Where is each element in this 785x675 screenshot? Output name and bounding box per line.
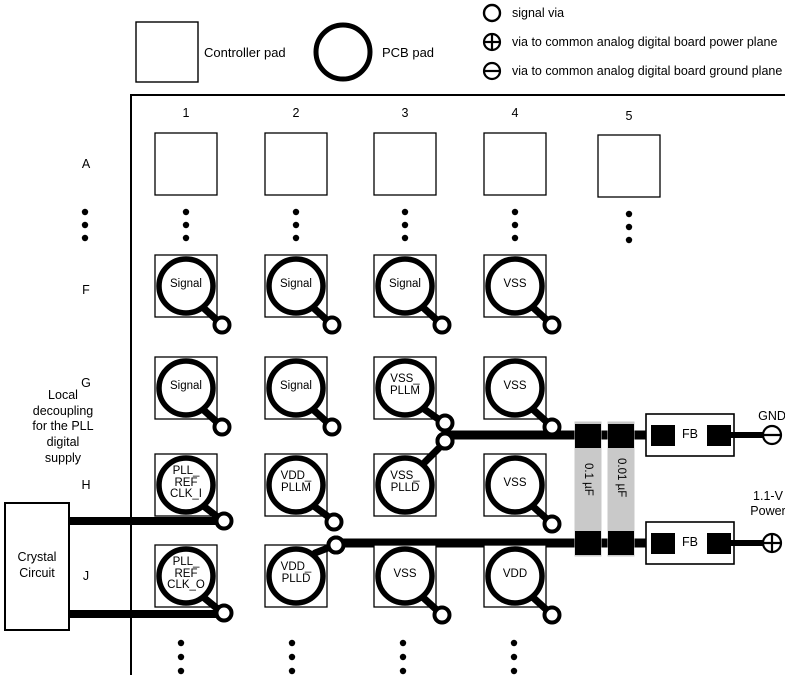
column-header-3: 3 (401, 106, 409, 120)
row-a-pads (154, 132, 661, 198)
pll-layout-diagram: signal via via to common analog digital … (0, 0, 785, 675)
power-plane-via-icon (761, 532, 783, 554)
pad-label-g3: VSS_ PLLM (389, 373, 421, 397)
capacitor-0p01uf-label: 0.01 µF (615, 458, 627, 498)
column-header-4: 4 (511, 106, 519, 120)
row-g-cells (154, 356, 562, 437)
key-pcb-pad (313, 22, 373, 82)
pcb-pad-caption: PCB pad (382, 45, 435, 60)
controller-pad-caption: Controller pad (204, 45, 286, 60)
row-header-j: J (82, 569, 90, 583)
gnd-plane-via-icon (761, 424, 783, 446)
column-header-2: 2 (292, 106, 300, 120)
pad-label-f1: Signal (170, 278, 202, 290)
pad-label-h3: VSS_ PLLD (390, 470, 420, 494)
local-decoupling-note: Local decoupling for the PLL digital sup… (32, 388, 94, 465)
legend-item-ground-via-label: via to common analog digital board groun… (512, 64, 783, 78)
legend-power-via-icon (482, 32, 502, 52)
pad-label-f2: Signal (280, 278, 312, 290)
column-header-5: 5 (625, 109, 633, 123)
pad-label-h4: VSS (503, 477, 527, 489)
row-f-cells (154, 254, 562, 335)
column-header-1: 1 (182, 106, 190, 120)
pad-label-g4: VSS (503, 380, 527, 392)
pad-label-j3: VSS (393, 568, 417, 580)
pad-label-h1: PLL_ REF CLK_I (170, 465, 202, 501)
row-header-f: F (82, 283, 90, 297)
gnd-net-label: GND (758, 409, 785, 423)
pad-label-j4: VDD (502, 568, 528, 580)
ellipsis-dots-upper (81, 208, 633, 244)
pad-label-j2: VDD_ PLLD (280, 561, 312, 585)
pad-label-g1: Signal (170, 380, 202, 392)
legend-item-power-via-label: via to common analog digital board power… (512, 35, 778, 49)
legend-signal-via-icon (482, 3, 502, 23)
power-net-label: 1.1-V Power (750, 489, 785, 518)
capacitor-0p1uf-label: 0.1 µF (582, 463, 594, 496)
ellipsis-dots-lower (177, 639, 518, 675)
key-controller-pad (135, 21, 199, 83)
pad-label-j1: PLL_ REF CLK_O (167, 556, 205, 592)
ferrite-bead-bottom-label: FB (682, 535, 698, 549)
legend-item-signal-via-label: signal via (512, 6, 565, 20)
pad-label-f4: VSS (503, 278, 527, 290)
pad-label-g2: Signal (280, 380, 312, 392)
pad-label-f3: Signal (389, 278, 421, 290)
legend-ground-via-icon (482, 61, 502, 81)
crystal-circuit-label: Crystal Circuit (17, 550, 57, 580)
pad-label-h2: VDD_ PLLM (280, 470, 312, 494)
row-header-h: H (81, 478, 91, 492)
row-header-a: A (81, 157, 91, 171)
ferrite-bead-top-label: FB (682, 427, 698, 441)
